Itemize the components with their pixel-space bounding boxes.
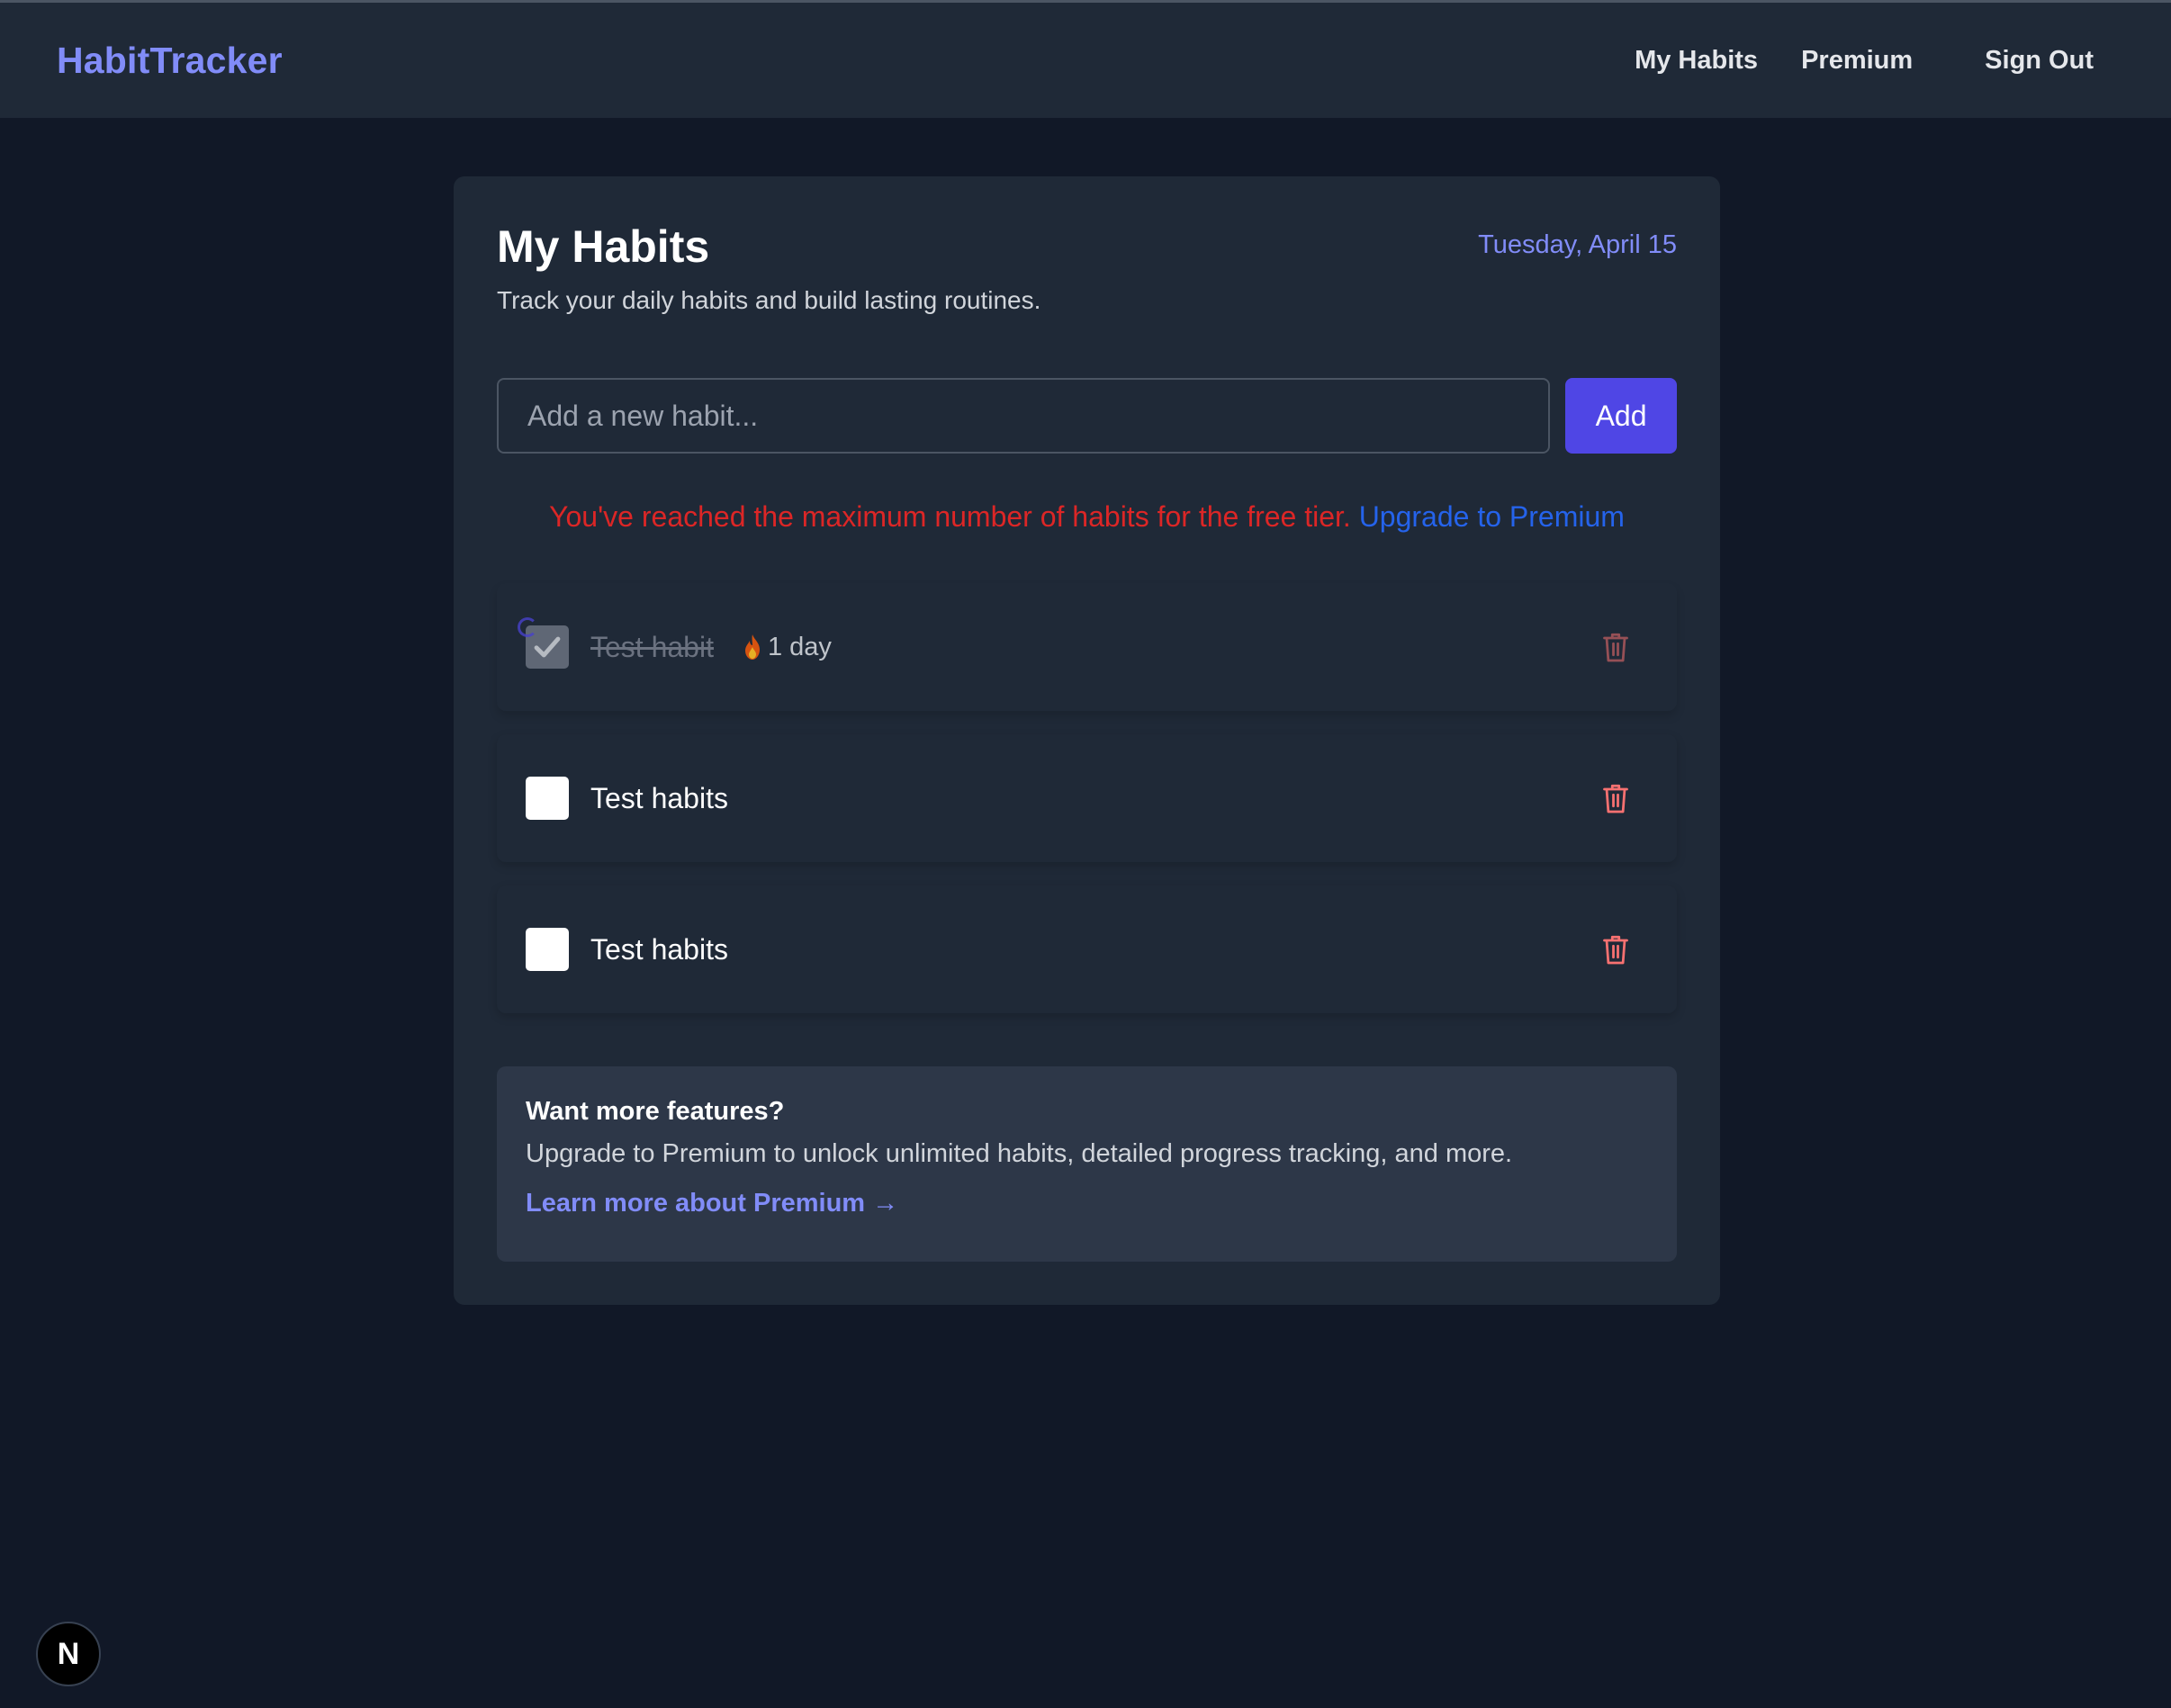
trash-icon — [1603, 784, 1628, 814]
learn-more-premium-link[interactable]: Learn more about Premium → — [526, 1189, 898, 1218]
page-subtitle: Track your daily habits and build lastin… — [497, 286, 1041, 314]
trash-icon — [1603, 935, 1628, 965]
delete-habit-button[interactable] — [1599, 931, 1632, 967]
trash-icon — [1603, 633, 1628, 662]
upgrade-to-premium-link[interactable]: Upgrade to Premium — [1359, 500, 1625, 533]
nav-link-premium[interactable]: Premium — [1801, 46, 1913, 76]
new-habit-input[interactable] — [497, 378, 1551, 454]
check-icon — [534, 636, 561, 658]
habit-row: Test habits — [497, 734, 1677, 862]
habit-streak: 1 day — [743, 633, 832, 662]
habits-card: My Habits Tuesday, April 15 Track your d… — [454, 176, 1720, 1305]
habit-streak-label: 1 day — [767, 632, 832, 661]
delete-habit-button[interactable] — [1599, 780, 1632, 816]
habit-checkbox[interactable] — [526, 777, 569, 820]
premium-promo-box: Want more features? Upgrade to Premium t… — [497, 1066, 1677, 1262]
habit-checkbox[interactable] — [526, 928, 569, 971]
current-date: Tuesday, April 15 — [1478, 230, 1677, 259]
sign-out-link[interactable]: Sign Out — [1985, 46, 2094, 76]
habit-limit-message: You've reached the maximum number of hab… — [497, 500, 1677, 534]
card-header: My Habits Tuesday, April 15 — [497, 220, 1677, 274]
top-navbar: HabitTracker My Habits Premium Sign Out — [0, 0, 2171, 118]
fire-icon — [743, 634, 762, 661]
promo-title: Want more features? — [526, 1097, 785, 1126]
add-habit-form: Add — [497, 378, 1677, 454]
habit-checkbox-checked[interactable] — [518, 617, 569, 669]
nav-links: My Habits Premium Sign Out — [1635, 46, 2094, 76]
habit-name: Test habit — [590, 630, 714, 663]
dev-tools-badge[interactable]: N — [36, 1622, 101, 1686]
nav-link-my-habits[interactable]: My Habits — [1635, 46, 1758, 76]
habit-row: Test habit 1 day — [497, 583, 1677, 711]
habit-name: Test habits — [590, 781, 728, 814]
brand-logo[interactable]: HabitTracker — [57, 40, 283, 82]
page-title: My Habits — [497, 221, 710, 272]
delete-habit-button[interactable] — [1599, 629, 1632, 665]
limit-message-text: You've reached the maximum number of hab… — [549, 500, 1351, 533]
add-habit-button[interactable]: Add — [1565, 378, 1677, 454]
habit-row: Test habits — [497, 885, 1677, 1013]
habit-name: Test habits — [590, 932, 728, 966]
promo-text: Upgrade to Premium to unlock unlimited h… — [526, 1139, 1513, 1168]
